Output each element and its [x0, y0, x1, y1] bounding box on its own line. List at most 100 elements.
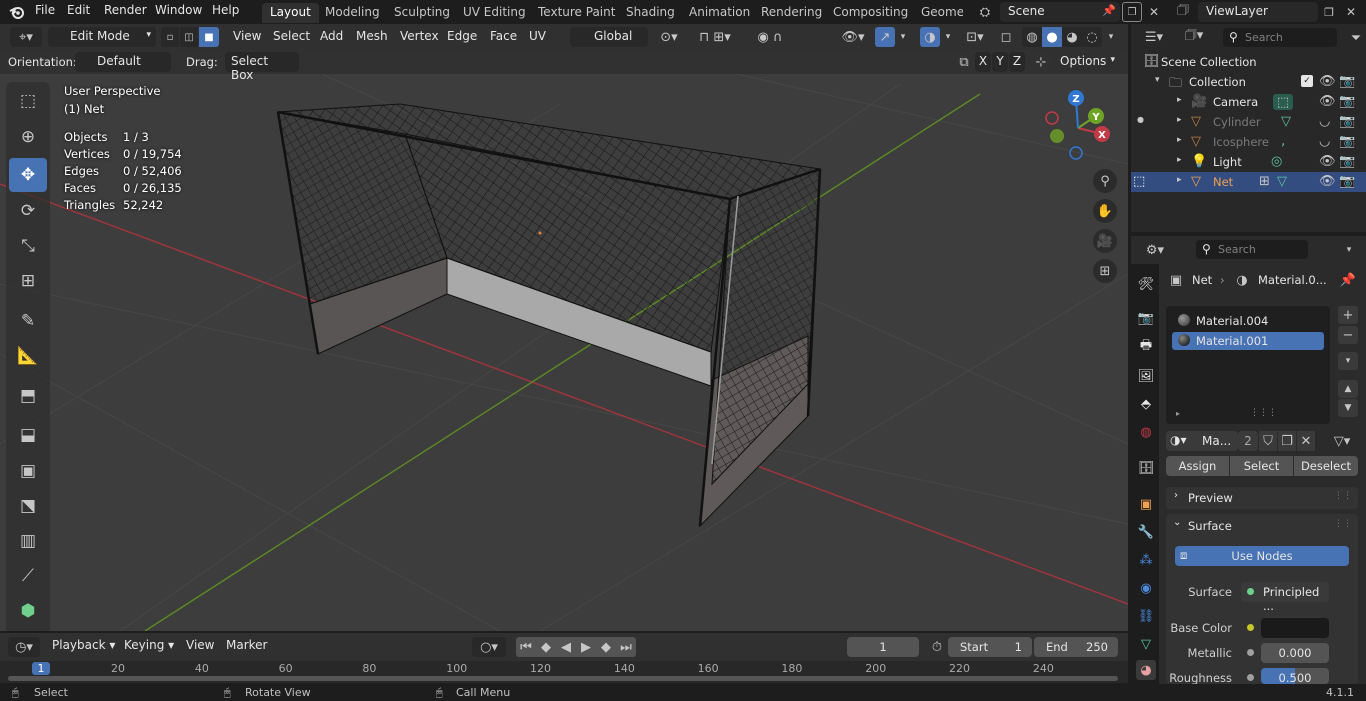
wireframe-shading-icon[interactable]: ◍	[1022, 27, 1042, 47]
user-count[interactable]: 2	[1238, 431, 1258, 451]
orientation-dropdown[interactable]: Default	[75, 52, 171, 72]
annotate-tool[interactable]: ✎	[9, 304, 47, 338]
axis-z-toggle[interactable]: Z	[1009, 52, 1025, 72]
fake-user-icon[interactable]: ⛉	[1259, 431, 1277, 451]
edge-select-icon[interactable]: ◫	[180, 27, 198, 47]
current-frame-field[interactable]: 1	[847, 637, 919, 657]
outliner-search[interactable]: ⚲ Search	[1223, 28, 1337, 47]
chevron-down-icon[interactable]: ▾	[1155, 75, 1160, 85]
timeline-scrollbar[interactable]	[8, 676, 1118, 681]
physics-tab-icon[interactable]: ◉	[1136, 578, 1156, 598]
face-select-icon[interactable]: ■	[199, 27, 219, 47]
select-box-tool[interactable]: ⬚	[9, 84, 47, 118]
filter-icon[interactable]: ⏷	[1347, 28, 1365, 48]
eye-closed-icon[interactable]: ◡	[1319, 114, 1330, 129]
display-mode-icon[interactable]: 🗇▾	[1179, 27, 1209, 47]
tab-animation[interactable]: Animation	[681, 3, 758, 23]
render-tab-icon[interactable]: 📷	[1136, 308, 1156, 328]
material-tab-icon[interactable]: ◕	[1136, 660, 1156, 680]
chevron-down-icon[interactable]: ▾	[896, 27, 910, 47]
vertex-select-icon[interactable]: ▫	[161, 27, 179, 47]
camera-icon[interactable]: 📷	[1339, 94, 1355, 109]
menu-mesh[interactable]: Mesh	[356, 29, 388, 43]
resize-handle-icon[interactable]: ⋮⋮⋮	[1250, 408, 1277, 418]
eye-icon[interactable]: 👁	[1319, 94, 1336, 109]
new-view-layer-icon[interactable]: ❐	[1320, 2, 1338, 22]
tab-shading[interactable]: Shading	[618, 3, 683, 23]
remove-scene-icon[interactable]: ✕	[1145, 2, 1163, 22]
preview-range-icon[interactable]: ⏱	[928, 637, 946, 657]
next-keyframe-icon[interactable]: ◆	[596, 637, 616, 657]
preview-panel-header[interactable]: › Preview ⋮⋮	[1166, 487, 1358, 509]
menu-file[interactable]: File	[35, 3, 55, 17]
tab-texture-paint[interactable]: Texture Paint	[530, 3, 623, 23]
extrude-tool[interactable]: ⬓	[9, 418, 47, 452]
outliner-row-scene-collection[interactable]: 🗄 Scene Collection	[1131, 52, 1366, 72]
chevron-right-icon[interactable]: ▸	[1177, 155, 1182, 165]
constraints-tab-icon[interactable]: ⛓	[1136, 606, 1156, 626]
outliner-row-icosphere[interactable]: ▸ ▽ Icosphere ‚ ◡ 📷	[1131, 132, 1366, 152]
perspective-grid-icon[interactable]: ⊞	[1093, 259, 1117, 283]
duplicate-icon[interactable]: ❐	[1278, 431, 1296, 451]
menu-select[interactable]: Select	[273, 29, 310, 43]
chevron-down-icon[interactable]: ▾	[941, 27, 955, 47]
outliner-row-collection[interactable]: ▾ 🗀 Collection ✓ 👁 📷	[1131, 72, 1366, 92]
chevron-right-icon[interactable]: ▸	[1177, 95, 1182, 105]
pin-icon[interactable]: 📌	[1102, 4, 1116, 17]
chevron-down-icon[interactable]: ▾	[1104, 27, 1118, 47]
overlays-icon[interactable]: ◑	[920, 27, 940, 47]
pan-hand-icon[interactable]: ✋	[1093, 199, 1117, 223]
tool-tab-icon[interactable]: 🛠	[1136, 274, 1156, 294]
particles-tab-icon[interactable]: ⁂	[1136, 550, 1156, 570]
menu-render[interactable]: Render	[104, 3, 147, 17]
mode-dropdown[interactable]: Edit Mode ▾	[48, 27, 156, 47]
menu-add[interactable]: Add	[320, 29, 343, 43]
chevron-right-icon[interactable]: ▸	[1177, 115, 1182, 125]
remove-slot-icon[interactable]: −	[1338, 326, 1358, 344]
jump-end-icon[interactable]: ⏭	[616, 637, 636, 657]
navigation-gizmo[interactable]: X Y Z	[1040, 88, 1120, 168]
options-dropdown[interactable]: Options ▾	[1054, 52, 1120, 72]
material-browse[interactable]: ◑▾ Ma...	[1166, 431, 1238, 451]
bevel-tool[interactable]: ⬔	[9, 489, 47, 523]
menu-uv[interactable]: UV	[529, 29, 546, 43]
chevron-right-icon[interactable]: ▸	[1177, 135, 1182, 145]
gizmo-toggle-icon[interactable]: ↗	[875, 27, 895, 47]
eye-closed-icon[interactable]: ◡	[1319, 134, 1330, 149]
material-slot-item-selected[interactable]: Material.001	[1172, 332, 1324, 350]
deselect-button[interactable]: Deselect	[1294, 456, 1358, 476]
scene-field[interactable]: Scene 📌	[1000, 2, 1120, 22]
camera-icon[interactable]: 📷	[1339, 74, 1355, 89]
tab-rendering[interactable]: Rendering	[753, 3, 830, 23]
view-layer-field[interactable]: ViewLayer	[1198, 2, 1318, 22]
menu-edit[interactable]: Edit	[67, 3, 90, 17]
timeline-ruler[interactable]: 1 20 40 60 80 100 120 140 160 180 200 220 240	[0, 661, 1128, 683]
camera-icon[interactable]: 📷	[1339, 114, 1355, 129]
drag-handle-icon[interactable]: ⋮⋮	[1334, 519, 1352, 529]
link-type-icon[interactable]: ▽▾	[1326, 431, 1358, 451]
3d-viewport[interactable]: ⌖▾ Edit Mode ▾ ▫ ◫ ■ View Select Add Mes…	[0, 24, 1128, 631]
menu-edge[interactable]: Edge	[447, 29, 477, 43]
outliner-row-camera[interactable]: ▸ 🎥 Camera ⬚ 👁 📷	[1131, 92, 1366, 112]
camera-icon[interactable]: 📷	[1339, 134, 1355, 149]
mesh-edit-overlays-icon[interactable]: ⊡▾	[960, 27, 990, 47]
menu-help[interactable]: Help	[212, 3, 239, 17]
chevron-down-icon[interactable]: ⌄	[1173, 517, 1181, 528]
properties-search[interactable]: ⚲ Search	[1196, 240, 1308, 259]
poly-build-tool[interactable]: ⬢	[9, 594, 47, 628]
proportional-edit-icon[interactable]: ◉ ∩	[748, 27, 792, 47]
transform-tool[interactable]: ⊞	[9, 264, 47, 298]
menu-view[interactable]: View	[233, 29, 261, 43]
tab-compositing[interactable]: Compositing	[825, 3, 916, 23]
move-up-icon[interactable]: ▲	[1338, 380, 1358, 398]
xray-icon[interactable]: ◻	[996, 27, 1016, 47]
camera-view-icon[interactable]: 🎥	[1093, 229, 1117, 253]
axis-y-toggle[interactable]: Y	[992, 52, 1008, 72]
data-tab-icon[interactable]: ▽	[1136, 634, 1156, 654]
loop-cut-tool[interactable]: ▥	[9, 524, 47, 558]
editor-type-icon[interactable]: ⌖▾	[10, 27, 42, 47]
knife-tool[interactable]: ⟋	[9, 559, 47, 593]
scale-tool[interactable]: ⤡	[9, 229, 47, 263]
outliner-editor-icon[interactable]: ☰▾	[1139, 27, 1169, 47]
add-slot-icon[interactable]: +	[1338, 306, 1358, 324]
